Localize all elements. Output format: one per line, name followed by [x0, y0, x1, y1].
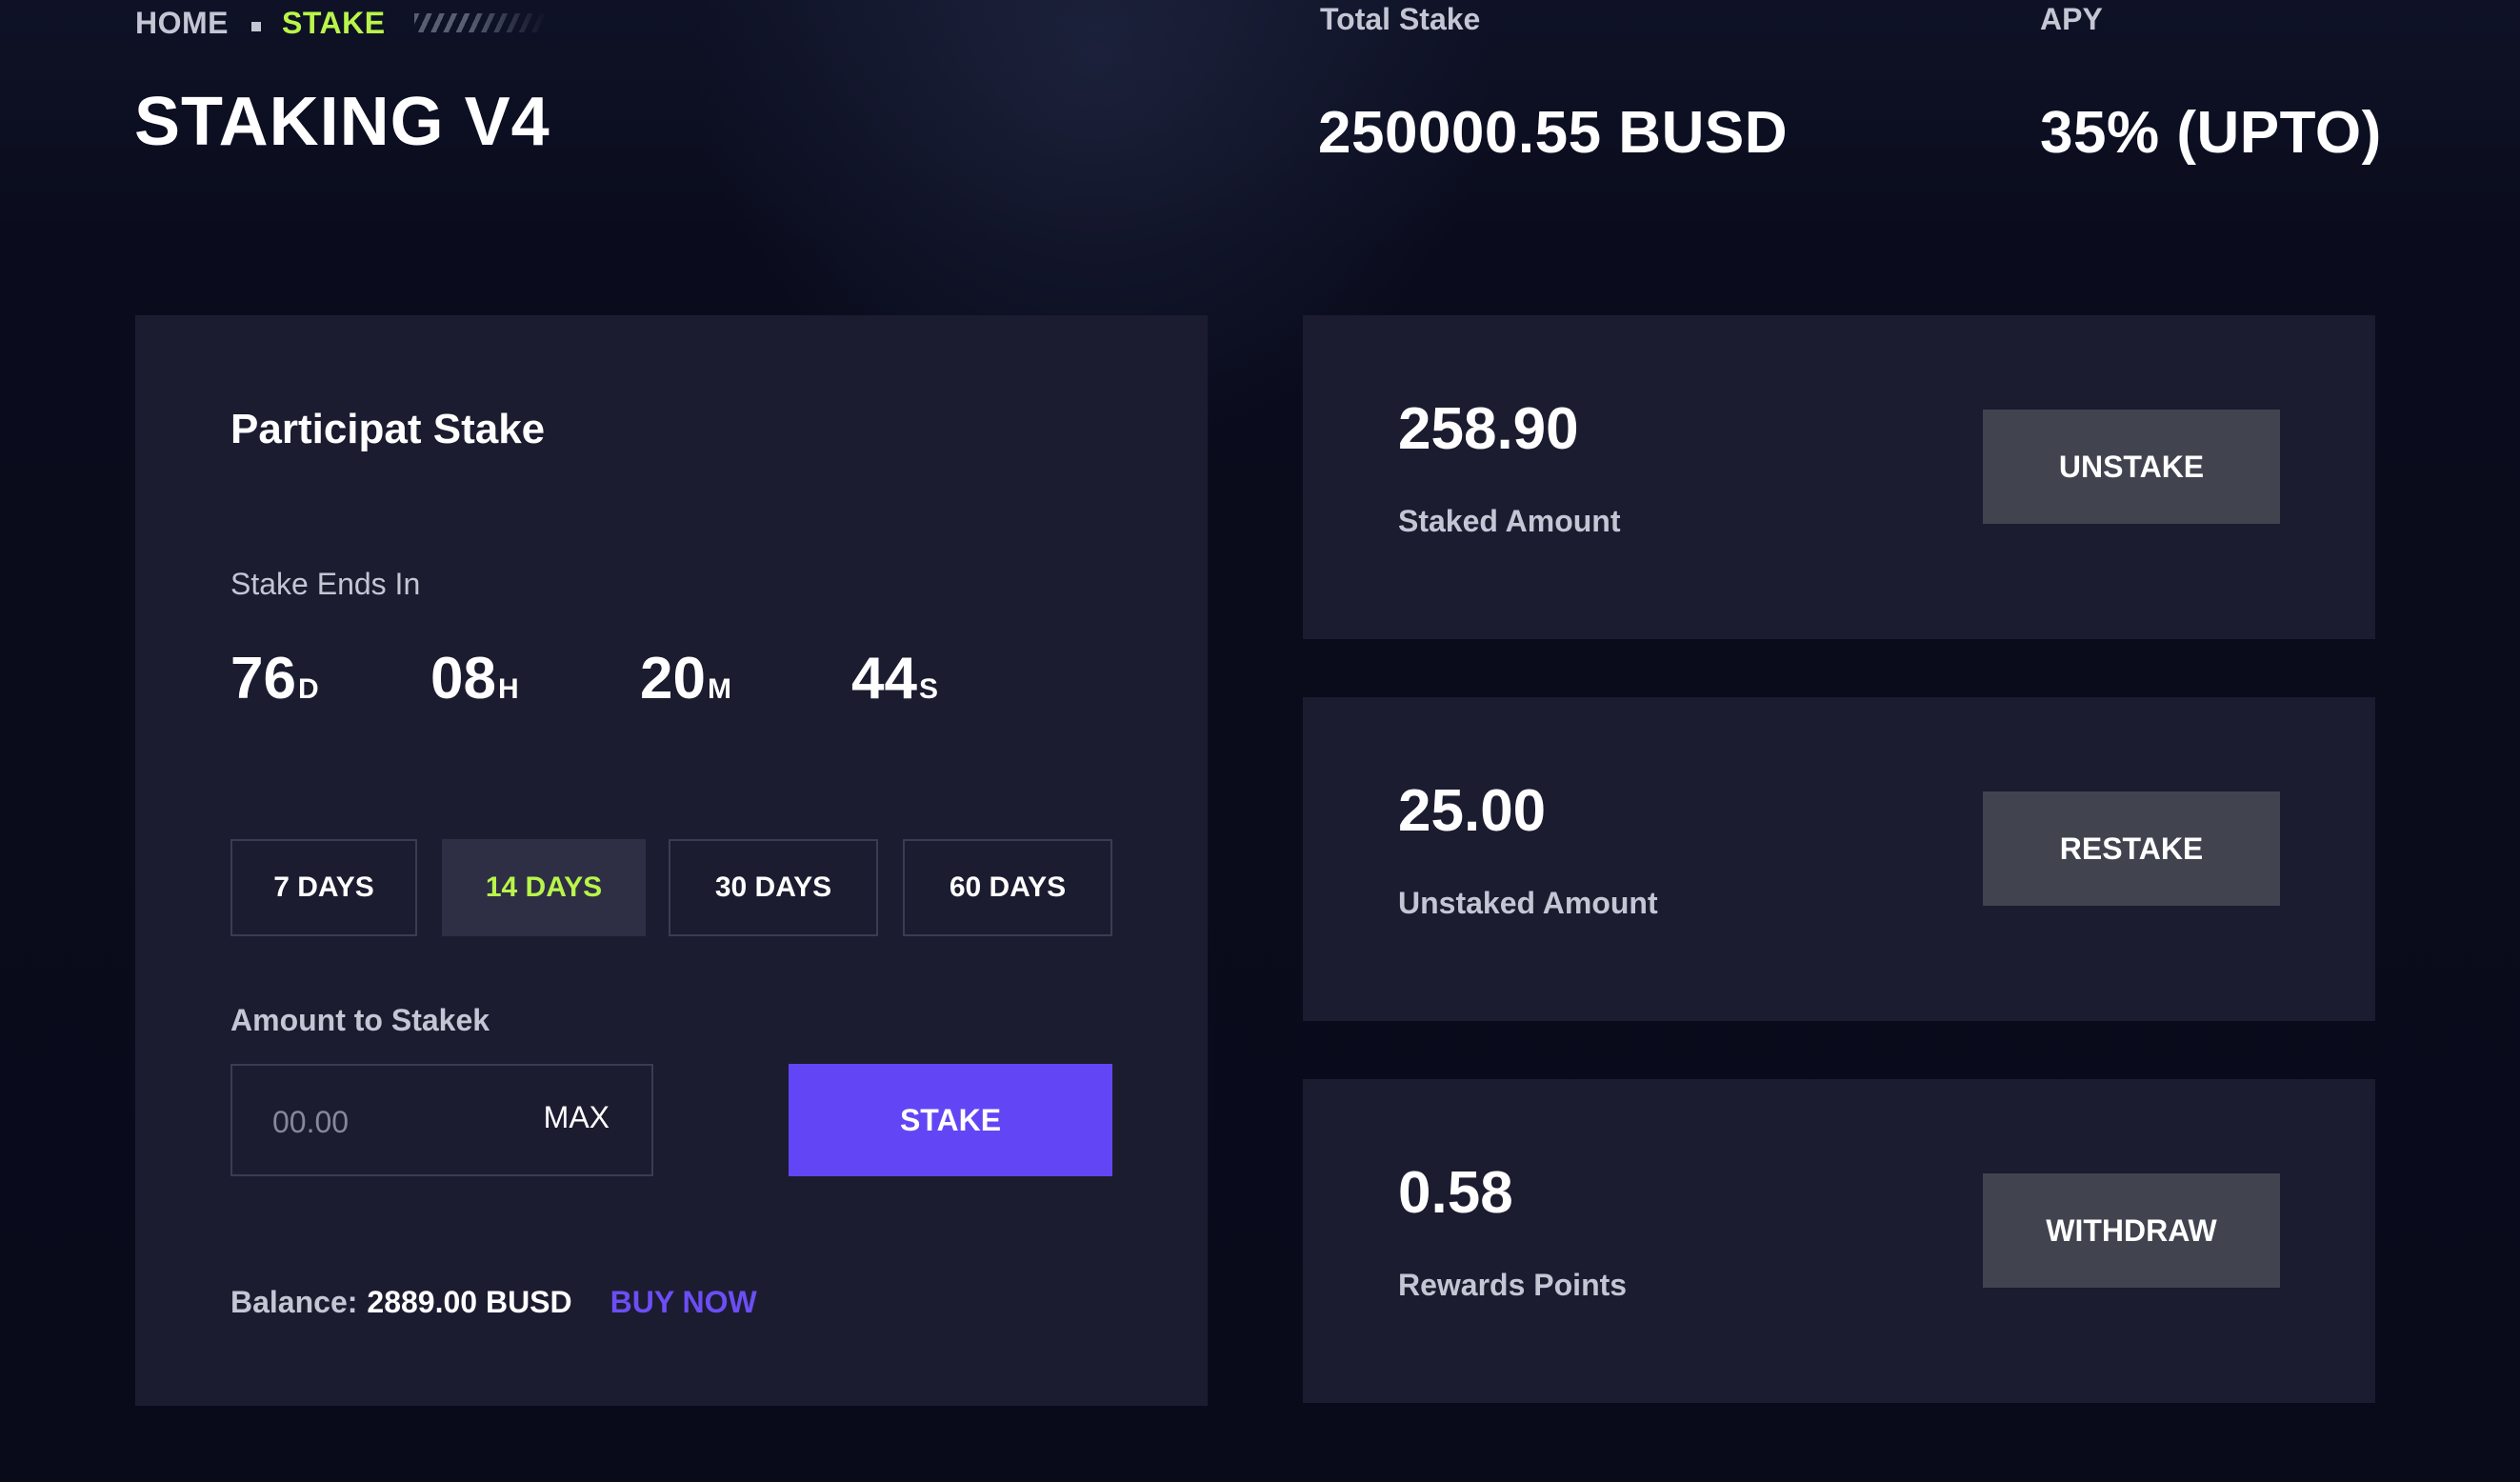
- period-7-days-button[interactable]: 7 DAYS: [230, 839, 417, 936]
- stake-button[interactable]: STAKE: [789, 1064, 1112, 1176]
- apy-value: 35% (UPTO): [2040, 100, 2382, 166]
- page-title: STAKING V4: [134, 84, 550, 160]
- decorative-stripes: [413, 13, 548, 32]
- breadcrumb-home-link[interactable]: HOME: [135, 6, 229, 41]
- countdown-seconds: 44 S: [851, 645, 938, 713]
- balance-row: Balance: 2889.00 BUSD BUY NOW: [230, 1283, 757, 1321]
- total-stake-value: 250000.55 BUSD: [1318, 100, 1788, 166]
- countdown-minutes-value: 20: [640, 646, 706, 711]
- breadcrumb-current: STAKE: [282, 5, 386, 40]
- amount-input[interactable]: [270, 1094, 512, 1150]
- unstaked-amount-card: 25.00 Unstaked Amount RESTAKE: [1303, 697, 2375, 1021]
- total-stake-label: Total Stake: [1320, 2, 1481, 36]
- balance-value: 2889.00 BUSD: [367, 1285, 572, 1319]
- staked-amount-card: 258.90 Staked Amount UNSTAKE: [1303, 315, 2375, 639]
- staked-amount-label: Staked Amount: [1398, 504, 1621, 538]
- staked-amount-value: 258.90: [1398, 396, 1579, 462]
- countdown-hours-unit: H: [497, 673, 519, 705]
- breadcrumb: HOME STAKE: [135, 4, 548, 42]
- rewards-points-card: 0.58 Rewards Points WITHDRAW: [1303, 1079, 2375, 1403]
- unstaked-amount-value: 25.00: [1398, 778, 1547, 844]
- max-button[interactable]: MAX: [544, 1100, 610, 1135]
- breadcrumb-separator: [251, 22, 261, 31]
- apy-label: APY: [2040, 2, 2103, 36]
- withdraw-button[interactable]: WITHDRAW: [1983, 1173, 2280, 1288]
- restake-button[interactable]: RESTAKE: [1983, 791, 2280, 906]
- countdown-days-unit: D: [297, 673, 319, 705]
- unstake-button[interactable]: UNSTAKE: [1983, 410, 2280, 524]
- countdown-seconds-value: 44: [851, 646, 917, 711]
- countdown-minutes-unit: M: [707, 673, 731, 705]
- countdown-seconds-unit: S: [918, 673, 938, 705]
- buy-now-link[interactable]: BUY NOW: [610, 1283, 757, 1321]
- staking-page: HOME STAKE STAKING V4 Total Stake 250000…: [0, 0, 2520, 1482]
- rewards-points-label: Rewards Points: [1398, 1268, 1628, 1302]
- countdown-hours: 08 H: [430, 645, 519, 713]
- period-30-days-button[interactable]: 30 DAYS: [669, 839, 878, 936]
- period-60-days-button[interactable]: 60 DAYS: [903, 839, 1112, 936]
- stake-ends-label: Stake Ends In: [230, 567, 421, 601]
- amount-to-stake-label: Amount to Stakek: [230, 1003, 490, 1037]
- countdown-days: 76 D: [230, 645, 319, 713]
- unstaked-amount-label: Unstaked Amount: [1398, 886, 1658, 920]
- amount-field: MAX: [230, 1064, 653, 1176]
- balance-label: Balance:: [230, 1285, 358, 1319]
- countdown-days-value: 76: [230, 646, 296, 711]
- participate-stake-card: Participat Stake Stake Ends In 76 D 08 H…: [135, 315, 1208, 1406]
- card-title: Participat Stake: [230, 406, 546, 452]
- rewards-points-value: 0.58: [1398, 1160, 1513, 1226]
- countdown-hours-value: 08: [430, 646, 496, 711]
- period-14-days-button[interactable]: 14 DAYS: [442, 839, 646, 936]
- countdown-minutes: 20 M: [640, 645, 731, 713]
